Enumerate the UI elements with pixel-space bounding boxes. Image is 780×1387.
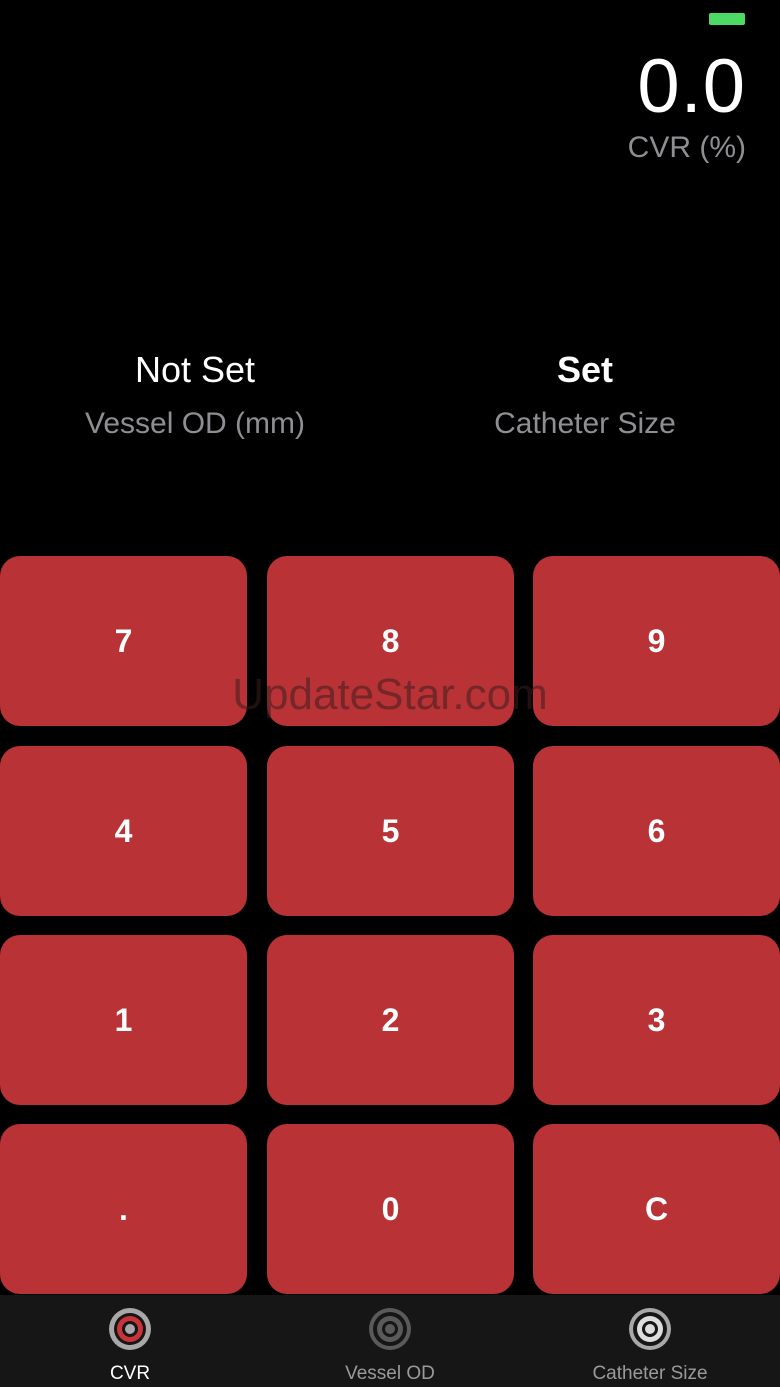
- keypad: 7 8 9 4 5 6 1 2 3 . 0 C: [0, 556, 780, 1294]
- tab-bar: CVR Vessel OD Catheter Size: [0, 1295, 780, 1387]
- cvr-display: 0.0 CVR (%): [628, 44, 746, 166]
- key-8[interactable]: 8: [267, 556, 514, 726]
- key-1[interactable]: 1: [0, 935, 247, 1105]
- cvr-value: 0.0: [637, 44, 746, 129]
- key-3[interactable]: 3: [533, 935, 780, 1105]
- cvr-target-icon: [109, 1308, 151, 1350]
- vessel-od-param[interactable]: Not Set Vessel OD (mm): [0, 348, 390, 446]
- vessel-od-label: Vessel OD (mm): [84, 407, 306, 440]
- key-clear[interactable]: C: [533, 1124, 780, 1294]
- vessel-od-value: Not Set: [134, 349, 256, 390]
- tab-cvr-label: CVR: [109, 1363, 151, 1384]
- vessel-target-icon: [369, 1308, 411, 1350]
- key-5[interactable]: 5: [267, 746, 514, 916]
- key-2[interactable]: 2: [267, 935, 514, 1105]
- catheter-size-value: Set: [556, 349, 614, 390]
- tab-vessel-od-label: Vessel OD: [345, 1363, 435, 1384]
- key-0[interactable]: 0: [267, 1124, 514, 1294]
- key-4[interactable]: 4: [0, 746, 247, 916]
- key-6[interactable]: 6: [533, 746, 780, 916]
- parameter-summary: Not Set Vessel OD (mm) Set Catheter Size: [0, 348, 780, 458]
- tab-vessel-od[interactable]: Vessel OD: [260, 1295, 520, 1387]
- tab-catheter-size[interactable]: Catheter Size: [520, 1295, 780, 1387]
- key-9[interactable]: 9: [533, 556, 780, 726]
- catheter-size-label: Catheter Size: [494, 407, 676, 440]
- catheter-target-icon: [629, 1308, 671, 1350]
- battery-icon: [709, 13, 745, 25]
- key-decimal[interactable]: .: [0, 1124, 247, 1294]
- tab-catheter-size-label: Catheter Size: [592, 1363, 708, 1384]
- tab-cvr[interactable]: CVR: [0, 1295, 260, 1387]
- key-7[interactable]: 7: [0, 556, 247, 726]
- cvr-label: CVR (%): [627, 131, 746, 164]
- catheter-size-param[interactable]: Set Catheter Size: [390, 348, 780, 446]
